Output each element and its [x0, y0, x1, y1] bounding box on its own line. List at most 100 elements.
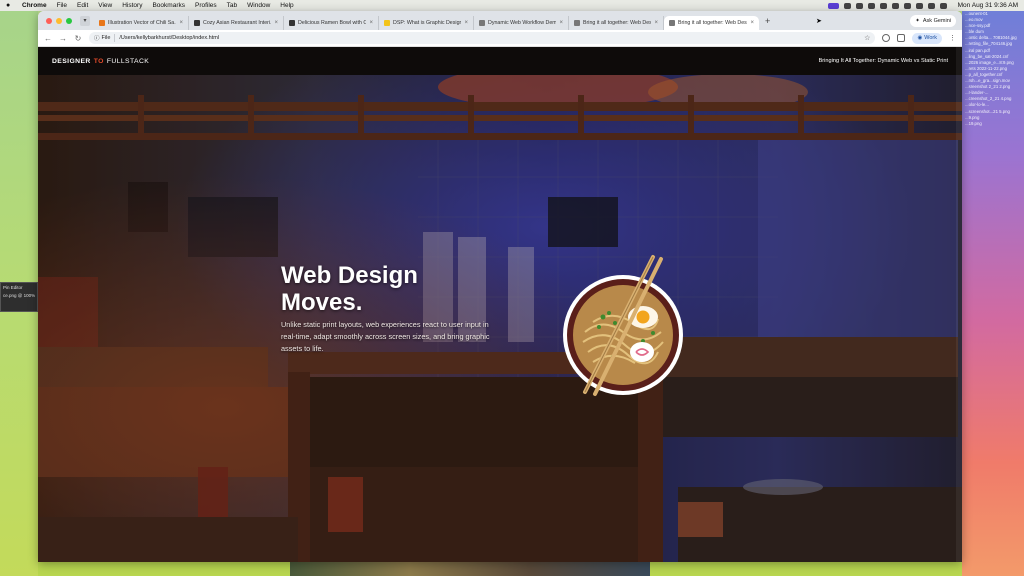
profile-button[interactable]: ◉ Work — [912, 32, 942, 44]
favicon-icon — [194, 19, 200, 26]
ask-gemini-label: Ask Gemini — [922, 17, 951, 24]
close-tab-icon[interactable]: × — [559, 20, 563, 26]
favicon-icon — [99, 19, 105, 26]
url-text: /Users/kellybarkhurst/Desktop/index.html — [119, 35, 220, 41]
search-icon[interactable] — [927, 2, 935, 9]
browser-tab[interactable]: Bring it all together: Web Des... × — [569, 15, 664, 30]
close-tab-icon[interactable]: × — [274, 20, 278, 26]
hero-description: Unlike static print layouts, web experie… — [281, 320, 490, 353]
tray-icon[interactable] — [867, 2, 875, 9]
close-tab-icon[interactable]: × — [369, 20, 373, 26]
dock-preview-strip — [290, 562, 650, 576]
control-center-icon[interactable] — [939, 2, 947, 9]
macos-menu-bar: ● Chrome File Edit View History Bookmark… — [0, 0, 1024, 11]
menu-window[interactable]: Window — [247, 2, 270, 9]
screen-recording-icon[interactable] — [827, 2, 839, 9]
favicon-icon — [669, 19, 675, 26]
desktop-file-item[interactable]: ...19.png — [962, 121, 1024, 127]
apple-icon[interactable]: ● — [6, 2, 14, 9]
tab-title: Dynamic Web Workflow Dem... — [488, 19, 557, 26]
favicon-icon — [574, 19, 580, 26]
tab-title: Bring it all together: Web Des... — [678, 19, 748, 26]
site-info-chip[interactable]: ⓘ File — [94, 34, 116, 42]
photoshop-panel[interactable]: Pin Editor ce.png @ 100% (L — [0, 282, 38, 312]
menu-history[interactable]: History — [122, 2, 142, 9]
browser-window: ▾ Illustration Vector of Chili Sa... × Coz… — [38, 11, 962, 562]
tab-title: Bring it all together: Web Des... — [583, 19, 652, 26]
photoshop-panel-title: Pin Editor — [3, 285, 23, 290]
browser-tab[interactable]: Cozy Asian Restaurant Interi... × — [189, 15, 284, 30]
menu-file[interactable]: File — [57, 2, 67, 9]
tray-icon[interactable] — [879, 2, 887, 9]
site-header: DESIGNER TO FULLSTACK Bringing It All Toge… — [38, 47, 962, 75]
sparkle-icon: ✦ — [915, 17, 920, 24]
close-tab-icon[interactable]: × — [654, 20, 658, 26]
tab-search-icon[interactable]: ▾ — [80, 15, 90, 26]
browser-tab[interactable]: DSP: What is Graphic Design... × — [379, 15, 474, 30]
address-bar[interactable]: ⓘ File /Users/kellybarkhurst/Desktop/ind… — [89, 32, 876, 44]
bookmark-star-icon[interactable]: ☆ — [864, 34, 870, 42]
menu-app-name[interactable]: Chrome — [22, 2, 47, 9]
zoom-window-button[interactable] — [66, 17, 72, 24]
tray-icon[interactable] — [855, 2, 863, 9]
tab-title: Delicious Ramen Bowl with C... — [298, 19, 367, 26]
browser-tab[interactable]: Illustration Vector of Chili Sa... × — [94, 15, 189, 30]
hero-title-line-1: Web Design — [281, 262, 418, 289]
new-tab-button[interactable]: + — [765, 16, 770, 26]
close-tab-icon[interactable]: × — [750, 20, 754, 26]
web-page: DESIGNER TO FULLSTACK Bringing It All Toge… — [38, 47, 962, 562]
tray-icon[interactable] — [891, 2, 899, 9]
back-arrow-icon[interactable]: ← — [44, 34, 52, 43]
restaurant-background-image — [38, 47, 962, 562]
avatar: ◉ — [917, 35, 923, 41]
url-scheme-label: File — [101, 35, 111, 41]
tab-strip: Illustration Vector of Chili Sa... × Cozy … — [94, 12, 759, 30]
reload-icon[interactable]: ↻ — [74, 34, 82, 43]
tab-title: Illustration Vector of Chili Sa... — [108, 19, 177, 26]
hero-title: Web Design Moves. — [281, 262, 491, 316]
menu-profiles[interactable]: Profiles — [195, 2, 217, 9]
browser-tab[interactable]: Delicious Ramen Bowl with C... × — [284, 15, 379, 30]
ask-gemini-button[interactable]: ✦ Ask Gemini — [910, 14, 956, 27]
mouse-cursor: ➤ — [816, 18, 822, 25]
sidebar-icon[interactable] — [897, 34, 906, 42]
tab-title: DSP: What is Graphic Design... — [393, 19, 462, 26]
browser-toolbar: ← → ↻ ⓘ File /Users/kellybarkhurst/Deskt… — [38, 30, 962, 47]
menu-view[interactable]: View — [98, 2, 112, 9]
tab-bar: ▾ Illustration Vector of Chili Sa... × Coz… — [38, 11, 962, 30]
hero-title-line-2: Moves. — [281, 289, 363, 316]
menu-help[interactable]: Help — [280, 2, 293, 9]
minimize-window-button[interactable] — [56, 17, 62, 24]
browser-tab[interactable]: Bring it all together: Web Des... × — [664, 15, 759, 30]
profile-label: Work — [924, 35, 937, 41]
menu-edit[interactable]: Edit — [77, 2, 88, 9]
chrome-menu-icon[interactable]: ⋮ — [949, 34, 956, 42]
battery-icon[interactable] — [915, 2, 923, 9]
ramen-bowl-illustration[interactable] — [543, 237, 693, 397]
favicon-icon — [479, 19, 485, 26]
close-window-button[interactable] — [46, 17, 52, 24]
photoshop-panel-file: ce.png @ 100% (L — [3, 293, 35, 298]
wifi-icon[interactable] — [903, 2, 911, 9]
favicon-icon — [289, 19, 295, 26]
logo-word-fullstack: FULLSTACK — [106, 57, 150, 65]
tray-icon[interactable] — [843, 2, 851, 9]
desktop-file-list: ...ounent-01 ...eo.mov ...nce-ssy.pdf ...bl… — [962, 11, 1024, 576]
logo-word-designer: DESIGNER — [52, 57, 91, 65]
logo-word-to: TO — [93, 57, 104, 65]
tab-title: Cozy Asian Restaurant Interi... — [203, 19, 272, 26]
browser-tab[interactable]: Dynamic Web Workflow Dem... × — [474, 15, 569, 30]
menu-bookmarks[interactable]: Bookmarks — [152, 2, 185, 9]
menu-bar-clock[interactable]: Mon Aug 31 9:36 AM — [958, 2, 1018, 9]
extension-icon[interactable] — [882, 34, 891, 42]
close-tab-icon[interactable]: × — [179, 20, 183, 26]
site-header-tagline: Bringing It All Together: Dynamic Web vs… — [818, 58, 948, 64]
favicon-icon — [384, 19, 390, 26]
page-scrollbar[interactable] — [956, 47, 962, 562]
menu-tab[interactable]: Tab — [227, 2, 237, 9]
menu-bar-tray: Mon Aug 31 9:36 AM — [827, 2, 1018, 9]
site-logo[interactable]: DESIGNER TO FULLSTACK — [52, 58, 149, 65]
forward-arrow-icon[interactable]: → — [59, 34, 67, 43]
close-tab-icon[interactable]: × — [464, 20, 468, 26]
info-icon: ⓘ — [94, 36, 100, 42]
